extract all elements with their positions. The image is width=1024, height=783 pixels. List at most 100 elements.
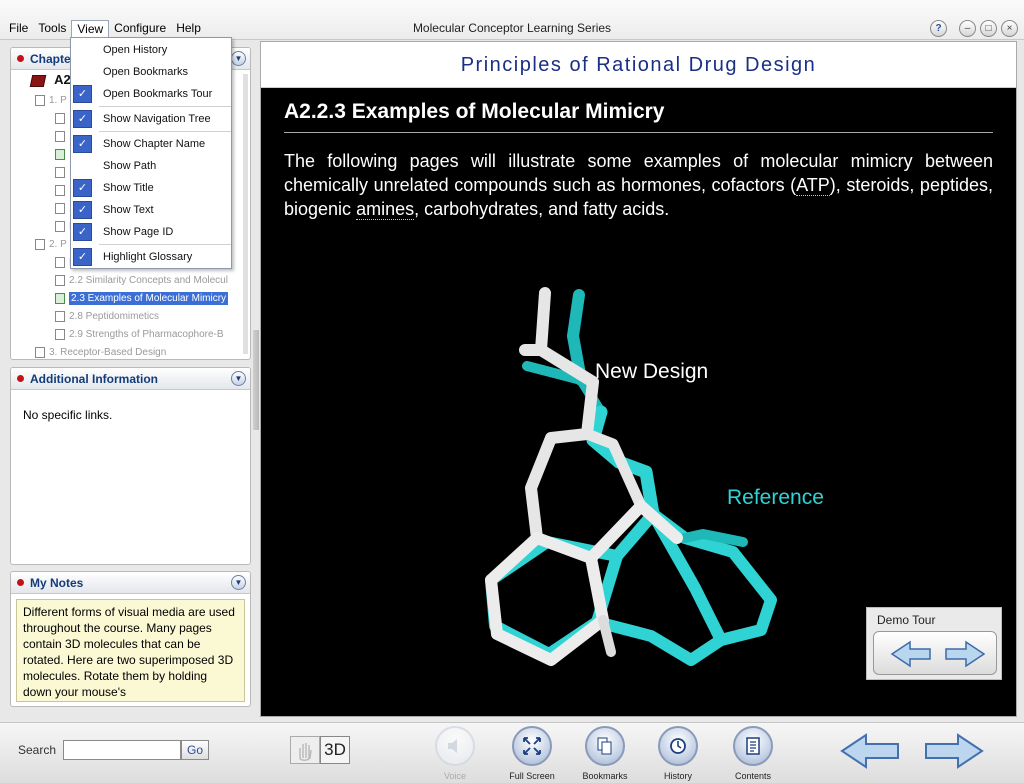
checkmark-icon: ✓ bbox=[73, 135, 92, 153]
voice-label: Voice bbox=[443, 771, 467, 781]
full-screen-button[interactable]: Full Screen bbox=[502, 726, 562, 781]
view-menu-item-label: Highlight Glossary bbox=[103, 251, 193, 263]
view-menu-item[interactable]: Open History bbox=[71, 39, 231, 61]
search-label: Search bbox=[18, 743, 57, 757]
tree-item[interactable]: 3. Receptor-Based Design bbox=[11, 344, 250, 359]
help-button[interactable]: ? bbox=[930, 20, 947, 37]
label-reference: Reference bbox=[727, 486, 824, 509]
page-icon bbox=[55, 292, 65, 304]
tree-item-label: 2.9 Strengths of Pharmacophore-B bbox=[69, 329, 224, 340]
page-icon bbox=[55, 256, 65, 268]
rotate-hand-button[interactable] bbox=[290, 736, 320, 764]
view-menu-item-label: Show Chapter Name bbox=[103, 138, 206, 150]
additional-info-panel: Additional Information ▼ No specific lin… bbox=[10, 367, 251, 565]
minimize-button[interactable]: – bbox=[959, 20, 976, 37]
contents-button[interactable]: Contents bbox=[723, 726, 783, 781]
tree-item[interactable]: 2.9 Strengths of Pharmacophore-B bbox=[11, 326, 250, 344]
molecule-3d-viewer[interactable] bbox=[441, 262, 871, 682]
glossary-link-atp[interactable]: ATP bbox=[796, 175, 830, 196]
label-new-design: New Design bbox=[595, 360, 709, 383]
additional-info-text: No specific links. bbox=[23, 408, 113, 422]
menu-separator bbox=[99, 106, 231, 107]
history-label: History bbox=[663, 771, 692, 781]
speaker-icon bbox=[435, 726, 475, 766]
tree-item[interactable]: 2.3 Examples of Molecular Mimicry bbox=[11, 290, 250, 308]
contents-label: Contents bbox=[734, 771, 772, 781]
view-menu-item[interactable]: ✓ Show Navigation Tree bbox=[71, 108, 231, 130]
view-menu-item[interactable]: ✓ Open Bookmarks Tour bbox=[71, 83, 231, 105]
checkmark-icon: ✓ bbox=[73, 85, 92, 103]
previous-page-button[interactable] bbox=[838, 731, 904, 771]
course-title: Principles of Rational Drug Design bbox=[261, 42, 1016, 88]
view-menu-item-label: Open History bbox=[103, 44, 168, 56]
tree-item-label: 2.8 Peptidomimetics bbox=[69, 311, 160, 322]
additional-info-title: Additional Information bbox=[30, 371, 158, 386]
search-go-button[interactable]: Go bbox=[181, 740, 209, 760]
view-menu-item-label: Open Bookmarks Tour bbox=[103, 88, 213, 100]
folder-icon bbox=[35, 346, 45, 358]
menu-separator bbox=[99, 131, 231, 132]
hand-icon bbox=[299, 743, 312, 762]
tree-item-label: 3. Receptor-Based Design bbox=[49, 347, 167, 358]
title-divider bbox=[284, 132, 993, 133]
glossary-link-amines[interactable]: amines bbox=[356, 199, 415, 220]
fullscreen-icon bbox=[512, 726, 552, 766]
next-page-button[interactable] bbox=[920, 731, 986, 771]
page-text: The following pages will illustrate some… bbox=[284, 149, 993, 221]
demo-back-button[interactable] bbox=[890, 640, 931, 668]
collapse-icon[interactable]: ▼ bbox=[231, 371, 246, 386]
voice-button[interactable]: Voice bbox=[425, 726, 485, 781]
folder-icon bbox=[35, 238, 45, 250]
view-menu-item[interactable]: ✓ Show Text bbox=[71, 199, 231, 221]
collapse-icon[interactable]: ▼ bbox=[231, 51, 246, 66]
bullet-icon bbox=[17, 375, 24, 382]
title-bar: File Tools View Configure Help Molecular… bbox=[0, 0, 1024, 40]
window-controls: ? – □ × bbox=[930, 20, 1018, 37]
checkmark-icon: ✓ bbox=[73, 110, 92, 128]
search-input[interactable] bbox=[63, 740, 181, 760]
tree-item[interactable]: 2.2 Similarity Concepts and Molecul bbox=[11, 272, 250, 290]
demo-tour-panel: Demo Tour bbox=[866, 607, 1002, 680]
bottom-toolbar: Search Go 3D Voice Full Screen Bookmarks… bbox=[0, 722, 1024, 783]
notes-title: My Notes bbox=[30, 575, 84, 590]
history-icon bbox=[658, 726, 698, 766]
view-menu-item[interactable]: ✓ Show Chapter Name bbox=[71, 133, 231, 155]
demo-forward-button[interactable] bbox=[945, 640, 986, 668]
view-menu-item[interactable]: ✓ Show Title bbox=[71, 177, 231, 199]
notes-header: My Notes ▼ bbox=[11, 572, 250, 594]
page-icon bbox=[55, 112, 65, 124]
book-node[interactable]: A2 bbox=[29, 72, 71, 87]
page-icon bbox=[55, 220, 65, 232]
view-menu-item-label: Show Navigation Tree bbox=[103, 113, 211, 125]
maximize-button[interactable]: □ bbox=[980, 20, 997, 37]
page-text-part: , carbohydrates, and fatty acids. bbox=[414, 199, 670, 219]
view-menu-item[interactable]: ✓ Show Page ID bbox=[71, 221, 231, 243]
full-screen-label: Full Screen bbox=[509, 771, 555, 781]
view-menu-item[interactable]: Open Bookmarks bbox=[71, 61, 231, 83]
close-button[interactable]: × bbox=[1001, 20, 1018, 37]
app-title: Molecular Conceptor Learning Series bbox=[412, 21, 612, 35]
page-icon bbox=[55, 328, 65, 340]
view-menu-dropdown: Open History Open Bookmarks ✓ Open Bookmark… bbox=[70, 37, 232, 269]
bookmarks-button[interactable]: Bookmarks bbox=[575, 726, 635, 781]
demo-tour-label: Demo Tour bbox=[877, 613, 936, 627]
view-menu-item-label: Open Bookmarks bbox=[103, 66, 188, 78]
checkmark-icon: ✓ bbox=[73, 223, 92, 241]
toggle-3d-button[interactable]: 3D bbox=[320, 736, 350, 764]
collapse-icon[interactable]: ▼ bbox=[231, 575, 246, 590]
page-icon bbox=[55, 130, 65, 142]
page-icon bbox=[55, 274, 65, 286]
view-menu-item[interactable]: Show Path bbox=[71, 155, 231, 177]
tree-scrollbar[interactable] bbox=[243, 74, 248, 354]
view-menu-item[interactable]: ✓ Highlight Glossary bbox=[71, 246, 231, 268]
notes-textarea[interactable]: Different forms of visual media are used… bbox=[16, 599, 245, 702]
contents-icon bbox=[733, 726, 773, 766]
page-icon bbox=[55, 202, 65, 214]
tree-item-label: 1. P bbox=[49, 95, 67, 106]
tree-item[interactable]: 2.8 Peptidomimetics bbox=[11, 308, 250, 326]
page-icon bbox=[55, 184, 65, 196]
additional-info-header: Additional Information ▼ bbox=[11, 368, 250, 390]
history-button[interactable]: History bbox=[648, 726, 708, 781]
panel-splitter[interactable] bbox=[253, 330, 259, 430]
view-menu-item-label: Show Page ID bbox=[103, 226, 174, 238]
